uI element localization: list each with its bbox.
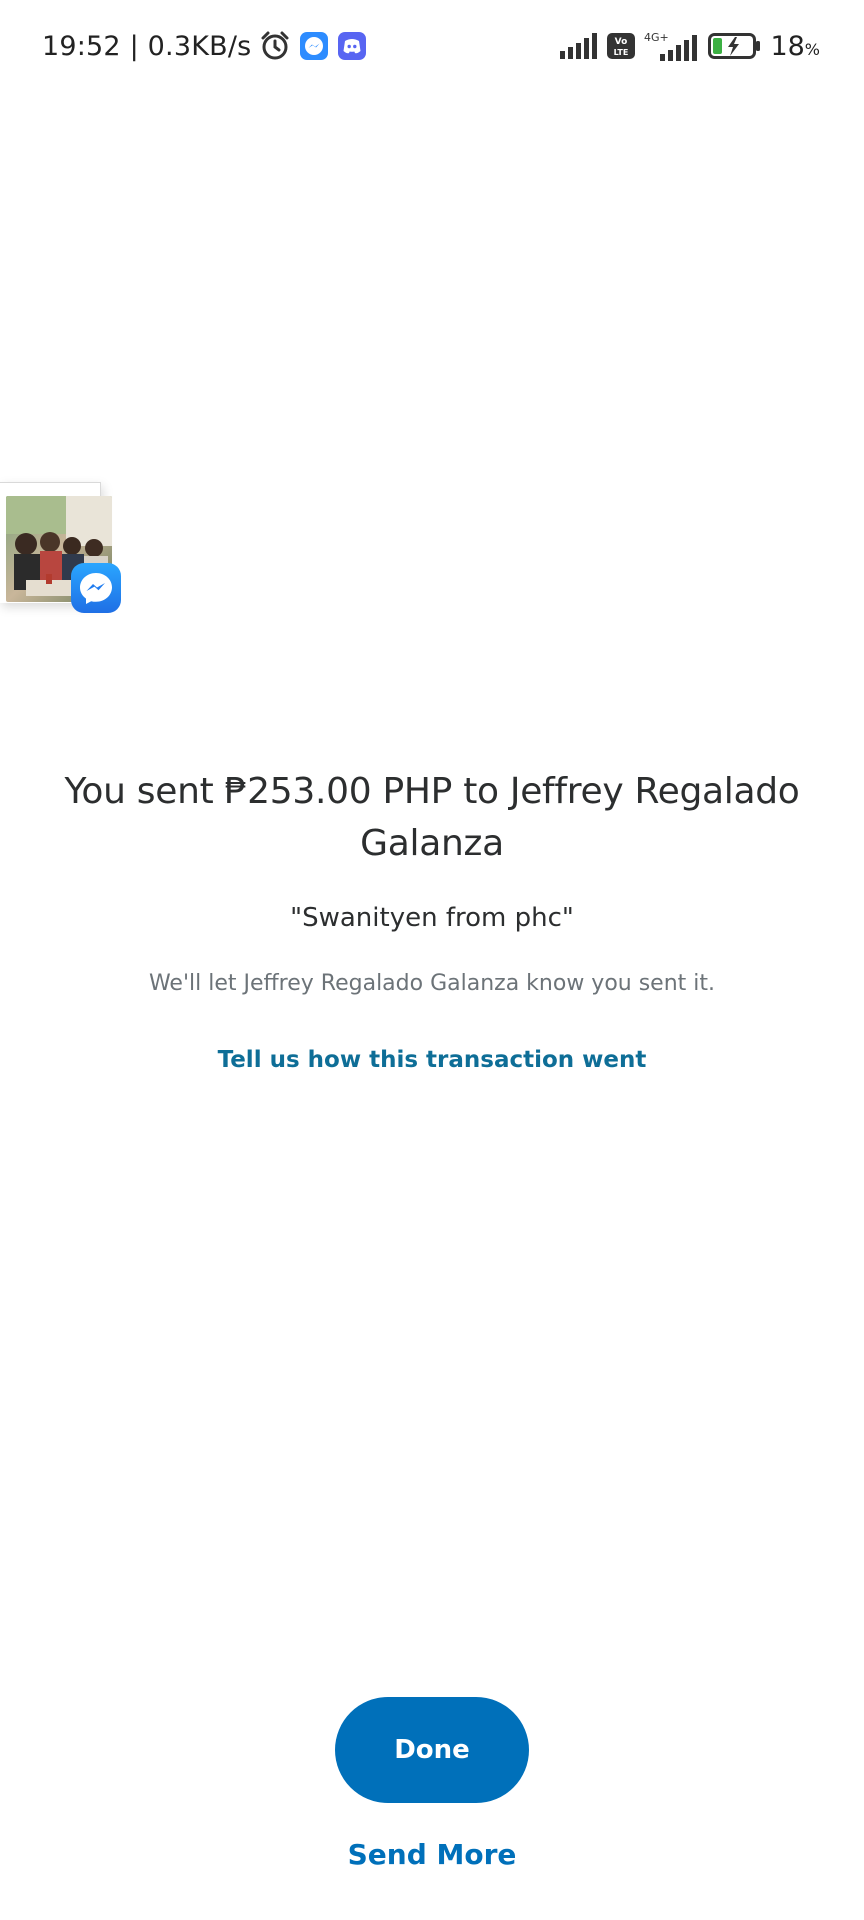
status-bar: 19:52 | 0.3KB/s Vo LTE 4G+ 18%	[0, 0, 864, 92]
signal-icon	[560, 33, 598, 59]
status-bar-right: Vo LTE 4G+ 18%	[552, 26, 820, 66]
status-bar-left: 19:52 | 0.3KB/s	[42, 26, 367, 66]
messenger-icon	[70, 562, 122, 614]
battery-percentage: 18%	[770, 31, 820, 62]
battery-percent-value: 18	[770, 30, 805, 62]
discord-notification-icon	[337, 31, 367, 61]
done-button[interactable]: Done	[335, 1697, 529, 1803]
status-time-speed: 19:52 | 0.3KB/s	[42, 30, 252, 62]
network-type-label: 4G+	[644, 31, 669, 44]
payment-note: "Swanityen from phc"	[290, 903, 574, 933]
confirmation-title: You sent ₱253.00 PHP to Jeffrey Regalado…	[64, 771, 800, 864]
battery-charging-icon	[708, 32, 762, 60]
messenger-chat-head[interactable]	[0, 482, 122, 614]
signal-4g-icon: 4G+	[644, 30, 700, 62]
send-more-link[interactable]: Send More	[232, 1838, 632, 1871]
notification-subtext: We'll let Jeffrey Regalado Galanza know …	[148, 971, 716, 996]
battery-percent-unit: %	[804, 39, 820, 59]
svg-text:LTE: LTE	[614, 48, 629, 57]
alarm-icon	[259, 30, 291, 62]
volte-icon: Vo LTE	[606, 32, 636, 60]
svg-text:Vo: Vo	[615, 37, 628, 47]
messenger-notification-icon	[299, 31, 329, 61]
transaction-feedback-link[interactable]: Tell us how this transaction went	[60, 1042, 804, 1078]
